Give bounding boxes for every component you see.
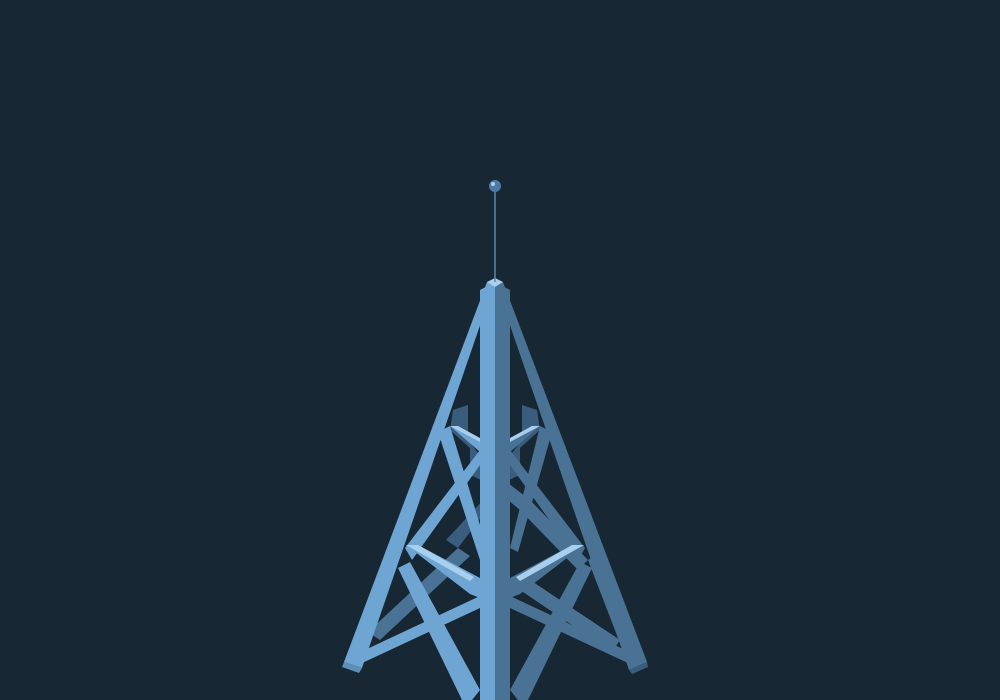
tower-scene — [0, 0, 1000, 700]
antenna-tip-highlight — [491, 182, 495, 186]
mast-right-face — [495, 282, 510, 700]
antenna-tip-ball — [489, 180, 501, 192]
radio-tower-icon — [0, 0, 1000, 700]
mast-left-face — [480, 282, 495, 700]
